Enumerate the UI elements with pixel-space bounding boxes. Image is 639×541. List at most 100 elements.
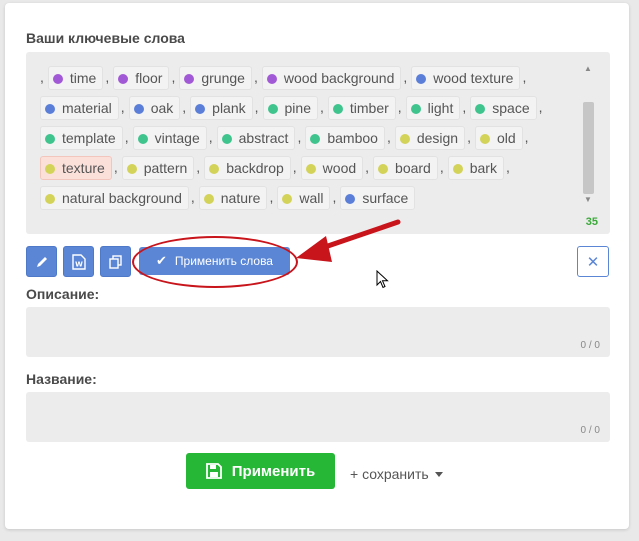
keyword-tag[interactable]: bark — [447, 156, 504, 181]
tag-color-dot — [203, 194, 214, 205]
keyword-tag-label: floor — [135, 70, 163, 87]
tag-color-dot — [378, 164, 389, 175]
keyword-tag[interactable]: texture — [40, 156, 112, 181]
tag-color-dot — [452, 164, 463, 175]
tag-separator: , — [524, 129, 529, 145]
save-dropdown[interactable]: + сохранить — [350, 466, 443, 482]
tag-color-dot — [195, 104, 206, 115]
keyword-tag[interactable]: backdrop — [204, 156, 291, 181]
tag-separator: , — [40, 69, 44, 85]
title-counter: 0 / 0 — [580, 425, 600, 436]
keywords-scrollbar[interactable]: ▲ ▼ — [582, 64, 594, 204]
scroll-up-icon[interactable]: ▲ — [584, 64, 592, 73]
keyword-tag-label: surface — [362, 190, 409, 207]
tag-separator: , — [522, 69, 527, 85]
keyword-tag[interactable]: wood texture — [411, 66, 521, 91]
keyword-tag[interactable]: vintage — [132, 126, 207, 151]
tag-separator: , — [113, 159, 118, 175]
keyword-tag-label: natural background — [62, 190, 182, 207]
caret-down-icon — [434, 472, 443, 477]
keyword-tag[interactable]: oak — [128, 96, 181, 121]
tag-separator: , — [319, 99, 324, 115]
keyword-tag[interactable]: abstract — [216, 126, 296, 151]
edit-keywords-button[interactable] — [26, 246, 57, 277]
tag-separator: , — [253, 69, 258, 85]
tag-separator: , — [105, 69, 110, 85]
tag-separator: , — [292, 159, 297, 175]
tag-separator: , — [365, 159, 370, 175]
tag-color-dot — [45, 194, 55, 205]
keyword-tag-label: pine — [284, 100, 311, 117]
tag-color-dot — [184, 74, 195, 85]
tag-color-dot — [266, 74, 277, 85]
keyword-tag[interactable]: material — [40, 96, 119, 121]
tag-separator: , — [124, 129, 129, 145]
keywords-box[interactable]: , time, floor, grunge, wood background, wood … — [26, 52, 610, 234]
keyword-tag[interactable]: nature — [198, 186, 268, 211]
keyword-tag-label: vintage — [154, 130, 200, 147]
keyword-tag[interactable]: timber — [327, 96, 396, 121]
keyword-tag-label: space — [492, 100, 530, 117]
keyword-tag-label: abstract — [238, 130, 289, 147]
keyword-tag[interactable]: board — [373, 156, 438, 181]
keyword-tag[interactable]: time — [47, 66, 104, 91]
tag-color-dot — [305, 164, 316, 175]
tag-separator: , — [467, 129, 471, 145]
scroll-down-icon[interactable]: ▼ — [584, 195, 592, 204]
keyword-tag[interactable]: surface — [340, 186, 416, 211]
keyword-tag-label: wall — [299, 190, 324, 207]
tag-color-dot — [345, 194, 356, 205]
keyword-tag[interactable]: wood — [300, 156, 364, 181]
keyword-tag-label: backdrop — [226, 160, 284, 177]
tag-color-dot — [45, 164, 55, 175]
tag-color-dot — [332, 104, 343, 115]
tag-separator: , — [182, 99, 187, 115]
tag-color-dot — [126, 164, 137, 175]
keyword-count: 35 — [585, 216, 598, 228]
keyword-tag[interactable]: floor — [113, 66, 170, 91]
keyword-tag-label: oak — [150, 100, 174, 117]
keyword-tag-label: nature — [220, 190, 261, 207]
keyword-tag[interactable]: space — [470, 96, 537, 121]
keyword-tag-label: time — [69, 70, 97, 87]
apply-button[interactable]: Применить — [186, 453, 335, 489]
keyword-tag[interactable]: wall — [277, 186, 331, 211]
keyword-tag[interactable]: wood background — [261, 66, 402, 91]
tag-separator: , — [397, 99, 402, 115]
tag-color-dot — [310, 134, 321, 145]
save-label: + сохранить — [350, 466, 429, 482]
export-word-button[interactable]: W — [63, 246, 94, 277]
description-counter: 0 / 0 — [580, 340, 600, 351]
tag-color-dot — [221, 134, 232, 145]
keyword-tag-label: wood texture — [433, 70, 514, 87]
apply-button-label: Применить — [231, 462, 316, 480]
keyword-tag[interactable]: plank — [190, 96, 253, 121]
tag-color-dot — [209, 164, 220, 175]
keyword-tag[interactable]: old — [474, 126, 523, 151]
keyword-tag[interactable]: pine — [262, 96, 318, 121]
keyword-tag-label: texture — [62, 160, 105, 177]
keyword-tag[interactable]: natural background — [40, 186, 189, 211]
keyword-tag-label: wood background — [283, 70, 395, 87]
copy-keywords-button[interactable] — [100, 246, 131, 277]
tag-separator: , — [254, 99, 259, 115]
keyword-tag[interactable]: pattern — [121, 156, 195, 181]
mouse-cursor-icon — [376, 269, 390, 295]
keyword-tag-label: bark — [469, 160, 497, 177]
svg-text:W: W — [75, 260, 83, 268]
tag-separator: , — [190, 189, 195, 205]
keyword-tag-label: wood — [322, 160, 357, 177]
tag-color-dot — [475, 104, 486, 115]
scroll-thumb[interactable] — [583, 102, 594, 194]
keyword-tag-label: grunge — [201, 70, 245, 87]
keyword-tag[interactable]: design — [394, 126, 466, 151]
tag-separator: , — [462, 99, 467, 115]
keyword-tag[interactable]: bamboo — [305, 126, 385, 151]
keyword-tag[interactable]: grunge — [179, 66, 252, 91]
clear-keywords-button[interactable]: ✕ — [577, 246, 609, 277]
keyword-tag[interactable]: light — [405, 96, 461, 121]
description-field[interactable]: 0 / 0 — [26, 307, 610, 357]
title-field[interactable]: 0 / 0 — [26, 392, 610, 442]
keyword-tag[interactable]: template — [40, 126, 123, 151]
tag-color-dot — [416, 74, 427, 85]
